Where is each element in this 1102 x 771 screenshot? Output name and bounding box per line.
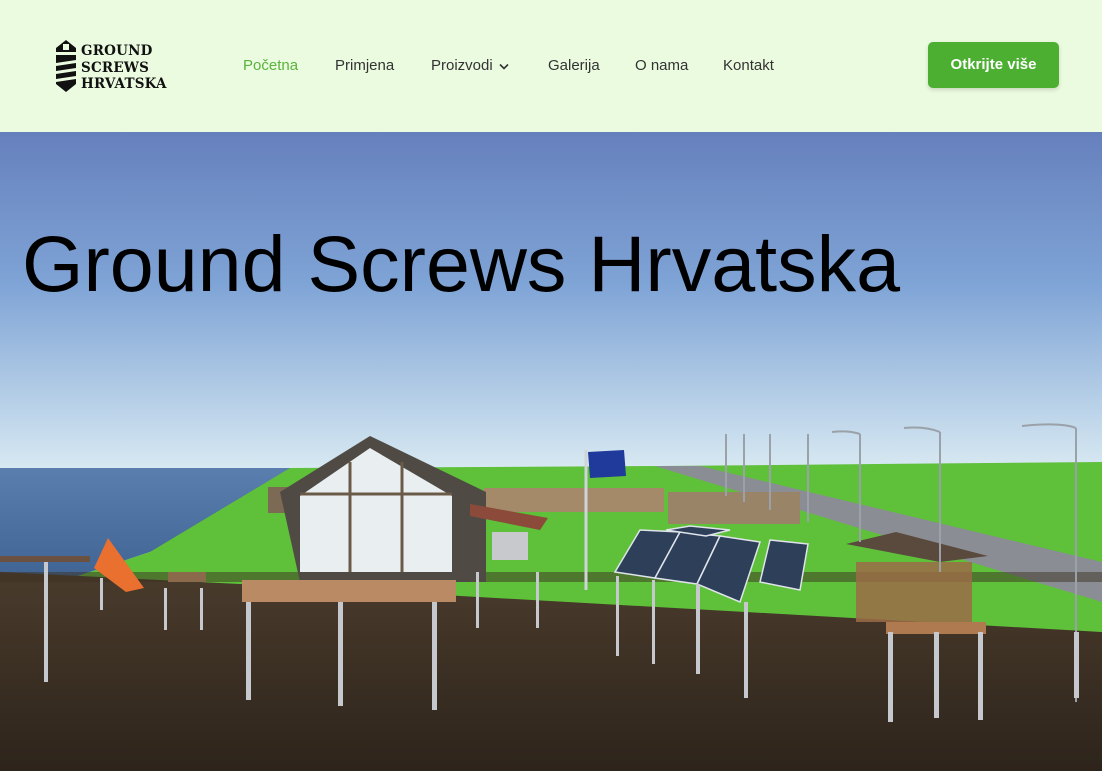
nav-item-proizvodi[interactable]: Proizvodi bbox=[431, 56, 509, 76]
nav-item-primjena[interactable]: Primjena bbox=[335, 56, 394, 76]
brand-name-line-1: GROUND bbox=[81, 43, 153, 59]
nav-item-pocetna[interactable]: Početna bbox=[243, 56, 298, 76]
nav-item-o-nama[interactable]: O nama bbox=[635, 56, 688, 76]
discover-more-button[interactable]: Otkrijte više bbox=[928, 42, 1059, 88]
ground-screw-logo-icon bbox=[56, 40, 76, 92]
brand-name: GROUND SCREWS HRVATSKA bbox=[81, 43, 167, 93]
brand-name-line-3: HRVATSKA bbox=[81, 76, 167, 92]
site-header: GROUND SCREWS HRVATSKA Početna Primjena … bbox=[0, 0, 1102, 132]
nav-item-proizvodi-label: Proizvodi bbox=[431, 57, 493, 74]
brand-logo[interactable]: GROUND SCREWS HRVATSKA bbox=[54, 38, 167, 96]
hero-section: Ground Screws Hrvatska bbox=[0, 132, 1102, 771]
hero-title: Ground Screws Hrvatska bbox=[22, 219, 901, 308]
nav-item-galerija[interactable]: Galerija bbox=[548, 56, 600, 76]
chevron-down-icon bbox=[499, 63, 509, 70]
brand-name-line-2: SCREWS bbox=[81, 59, 150, 76]
nav-item-kontakt[interactable]: Kontakt bbox=[723, 56, 774, 76]
